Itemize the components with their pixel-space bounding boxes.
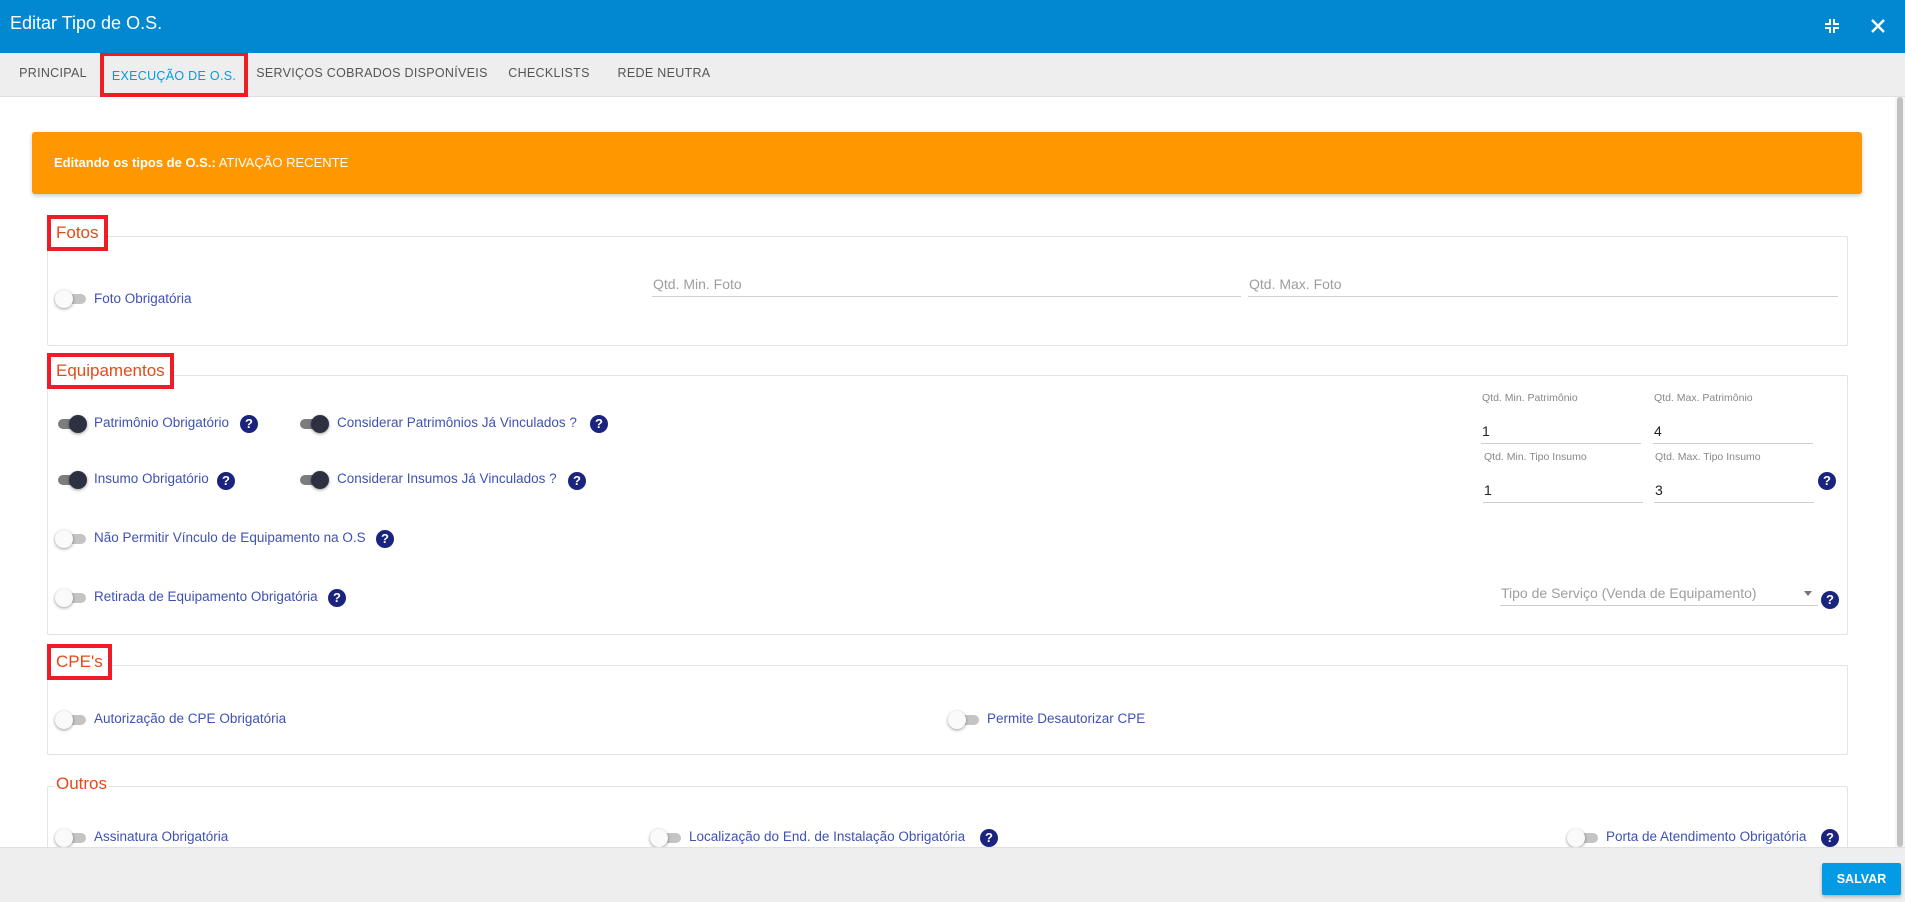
considerar-patrimonios-label: Considerar Patrimônios Já Vinculados ? [337, 415, 577, 430]
vertical-scrollbar[interactable] [1895, 97, 1905, 847]
qtd-max-patrimonio-label: Qtd. Max. Patrimônio [1654, 392, 1753, 404]
cpes-legend: CPE's [47, 644, 112, 680]
porta-atendimento-label: Porta de Atendimento Obrigatória [1606, 829, 1807, 844]
tipo-servico-placeholder: Tipo de Serviço (Venda de Equipamento) [1501, 585, 1757, 601]
tipo-servico-help-icon[interactable]: ? [1821, 591, 1839, 609]
outros-legend: Outros [54, 774, 110, 794]
cpes-section [47, 665, 1848, 755]
assinatura-label: Assinatura Obrigatória [94, 829, 229, 844]
qtd-min-tipo-insumo-input[interactable] [1483, 480, 1643, 500]
qtd-max-foto-input[interactable] [1248, 274, 1838, 294]
dialog-title: Editar Tipo de O.S. [10, 13, 163, 33]
qtd-max-patrimonio-field[interactable]: Qtd. Max. Patrimônio [1653, 392, 1813, 444]
patrimonio-obrigatorio-label: Patrimônio Obrigatório [94, 415, 230, 430]
foto-obrigatoria-toggle[interactable] [55, 290, 87, 308]
dialog-footer: SALVAR [0, 847, 1905, 902]
retirada-equipamento-help-icon[interactable]: ? [328, 589, 346, 607]
insumo-obrigatorio-help-icon[interactable]: ? [217, 472, 235, 490]
qtd-max-patrimonio-input[interactable] [1653, 421, 1813, 441]
retirada-equipamento-toggle[interactable] [55, 589, 87, 607]
close-icon[interactable] [1864, 12, 1892, 40]
nao-permitir-vinculo-help-icon[interactable]: ? [376, 530, 394, 548]
porta-atendimento-help-icon[interactable]: ? [1821, 829, 1839, 847]
tab-rede-neutra[interactable]: REDE NEUTRA [612, 53, 716, 97]
porta-atendimento-toggle[interactable] [1567, 829, 1599, 847]
localizacao-help-icon[interactable]: ? [980, 829, 998, 847]
qtd-min-patrimonio-label: Qtd. Min. Patrimônio [1482, 392, 1578, 404]
permite-desautorizar-label: Permite Desautorizar CPE [987, 711, 1146, 726]
insumo-obrigatorio-label: Insumo Obrigatório [94, 471, 209, 486]
qtd-min-foto-input[interactable] [652, 274, 1241, 294]
editing-alert: Editando os tipos de O.S.: ATIVAÇÃO RECE… [32, 132, 1862, 194]
chevron-down-icon [1804, 591, 1812, 596]
fotos-legend: Fotos [47, 215, 108, 251]
permite-desautorizar-toggle[interactable] [948, 711, 980, 729]
equipamentos-legend: Equipamentos [47, 353, 174, 389]
tipo-servico-select[interactable]: Tipo de Serviço (Venda de Equipamento) [1500, 578, 1818, 606]
alert-value: ATIVAÇÃO RECENTE [218, 155, 349, 170]
minimize-icon[interactable] [1818, 12, 1846, 40]
qtd-min-tipo-insumo-label: Qtd. Min. Tipo Insumo [1484, 451, 1587, 463]
qtd-min-patrimonio-field[interactable]: Qtd. Min. Patrimônio [1481, 392, 1641, 444]
considerar-patrimonios-toggle[interactable] [297, 415, 329, 433]
nao-permitir-vinculo-label: Não Permitir Vínculo de Equipamento na O… [94, 530, 366, 545]
qtd-max-tipo-insumo-field[interactable]: Qtd. Max. Tipo Insumo [1654, 451, 1814, 503]
considerar-insumos-help-icon[interactable]: ? [568, 472, 586, 490]
patrimonio-obrigatorio-toggle[interactable] [55, 415, 87, 433]
qtd-min-tipo-insumo-field[interactable]: Qtd. Min. Tipo Insumo [1483, 451, 1643, 503]
considerar-insumos-label: Considerar Insumos Já Vinculados ? [337, 471, 557, 486]
tab-execucao-os[interactable]: EXECUÇÃO DE O.S. [100, 53, 248, 97]
qtd-max-foto-field[interactable] [1248, 267, 1838, 297]
nao-permitir-vinculo-toggle[interactable] [55, 530, 87, 548]
tab-servicos-cobrados[interactable]: SERVIÇOS COBRADOS DISPONÍVEIS [254, 53, 490, 97]
qtd-min-foto-field[interactable] [652, 267, 1241, 297]
autorizacao-cpe-toggle[interactable] [55, 711, 87, 729]
localizacao-toggle[interactable] [650, 829, 682, 847]
dialog-header: Editar Tipo de O.S. [0, 0, 1905, 53]
qtd-max-tipo-insumo-input[interactable] [1654, 480, 1814, 500]
considerar-patrimonios-help-icon[interactable]: ? [590, 415, 608, 433]
retirada-equipamento-label: Retirada de Equipamento Obrigatória [94, 589, 318, 604]
assinatura-toggle[interactable] [55, 829, 87, 847]
scrollbar-thumb[interactable] [1897, 97, 1903, 847]
tab-principal[interactable]: PRINCIPAL [10, 53, 96, 97]
autorizacao-cpe-label: Autorização de CPE Obrigatória [94, 711, 287, 726]
alert-prefix: Editando os tipos de O.S.: [54, 155, 216, 170]
considerar-insumos-toggle[interactable] [297, 471, 329, 489]
foto-obrigatoria-label: Foto Obrigatória [94, 291, 192, 306]
qtd-min-patrimonio-input[interactable] [1481, 421, 1641, 441]
patrimonio-obrigatorio-help-icon[interactable]: ? [240, 415, 258, 433]
save-button[interactable]: SALVAR [1822, 863, 1901, 895]
tab-bar: PRINCIPAL EXECUÇÃO DE O.S. SERVIÇOS COBR… [0, 53, 1905, 97]
qtd-tipo-insumo-help-icon[interactable]: ? [1818, 472, 1836, 490]
tab-checklists[interactable]: CHECKLISTS [498, 53, 600, 97]
insumo-obrigatorio-toggle[interactable] [55, 471, 87, 489]
qtd-max-tipo-insumo-label: Qtd. Max. Tipo Insumo [1655, 451, 1761, 463]
tab-content: Editando os tipos de O.S.: ATIVAÇÃO RECE… [0, 97, 1905, 847]
localizacao-label: Localização do End. de Instalação Obriga… [689, 829, 966, 844]
